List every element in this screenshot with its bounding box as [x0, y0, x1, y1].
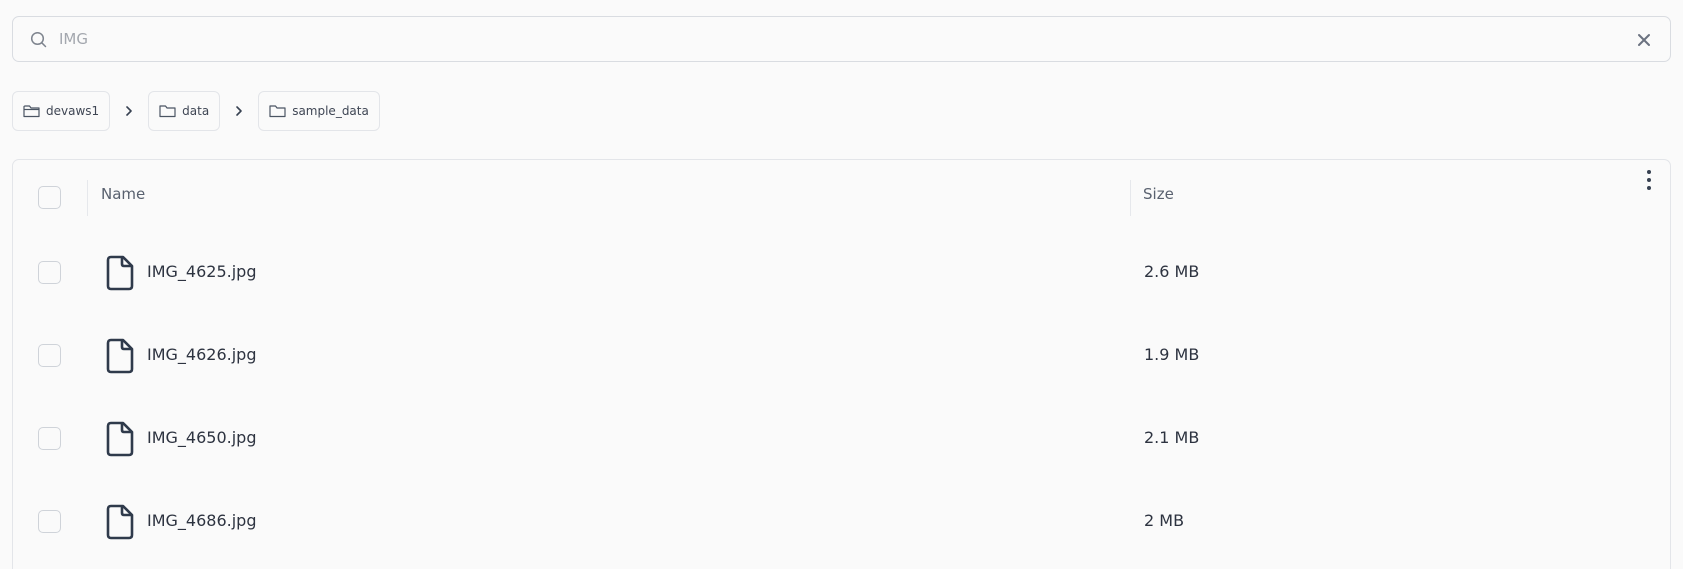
breadcrumb-item-devaws1[interactable]: devaws1 — [12, 91, 111, 131]
table-row[interactable]: IMG_4686.jpg 2 MB — [13, 481, 1670, 564]
chevron-right-icon — [220, 91, 258, 131]
close-icon[interactable] — [1634, 30, 1654, 50]
column-header-size[interactable]: Size — [1143, 185, 1174, 203]
select-all-checkbox[interactable] — [38, 186, 61, 209]
file-icon — [106, 338, 134, 374]
file-size: 2.1 MB — [1144, 428, 1200, 447]
table-row[interactable]: IMG_4626.jpg 1.9 MB — [13, 315, 1670, 398]
row-checkbox[interactable] — [38, 510, 61, 533]
search-bar — [12, 16, 1671, 62]
breadcrumb-label: sample_data — [292, 104, 369, 118]
column-divider — [1130, 180, 1131, 216]
file-icon — [106, 504, 134, 540]
search-input[interactable] — [57, 23, 1617, 55]
breadcrumb: devaws1 data sample_data — [12, 91, 380, 131]
file-name[interactable]: IMG_4625.jpg — [147, 262, 256, 281]
breadcrumb-item-sample-data[interactable]: sample_data — [258, 91, 380, 131]
breadcrumb-label: data — [182, 104, 210, 118]
table-row[interactable]: IMG_4650.jpg 2.1 MB — [13, 398, 1670, 481]
search-icon — [30, 31, 47, 48]
file-icon — [106, 421, 134, 457]
file-table: Name Size IMG_4625.jpg 2.6 MB IMG_4626.j… — [12, 159, 1671, 569]
folder-icon — [23, 105, 40, 118]
file-name[interactable]: IMG_4650.jpg — [147, 428, 256, 447]
file-size: 2 MB — [1144, 511, 1185, 530]
column-header-name[interactable]: Name — [101, 185, 145, 203]
row-checkbox[interactable] — [38, 261, 61, 284]
table-header: Name Size — [13, 160, 1670, 232]
file-name[interactable]: IMG_4626.jpg — [147, 345, 256, 364]
table-row[interactable]: IMG_4625.jpg 2.6 MB — [13, 232, 1670, 315]
file-icon — [106, 255, 134, 291]
folder-icon — [159, 105, 176, 118]
file-name[interactable]: IMG_4686.jpg — [147, 511, 256, 530]
column-divider — [87, 180, 88, 216]
file-size: 1.9 MB — [1144, 345, 1200, 364]
breadcrumb-label: devaws1 — [46, 104, 100, 118]
row-checkbox[interactable] — [38, 344, 61, 367]
file-size: 2.6 MB — [1144, 262, 1200, 281]
folder-icon — [269, 105, 286, 118]
chevron-right-icon — [110, 91, 148, 131]
row-checkbox[interactable] — [38, 427, 61, 450]
breadcrumb-item-data[interactable]: data — [148, 91, 221, 131]
